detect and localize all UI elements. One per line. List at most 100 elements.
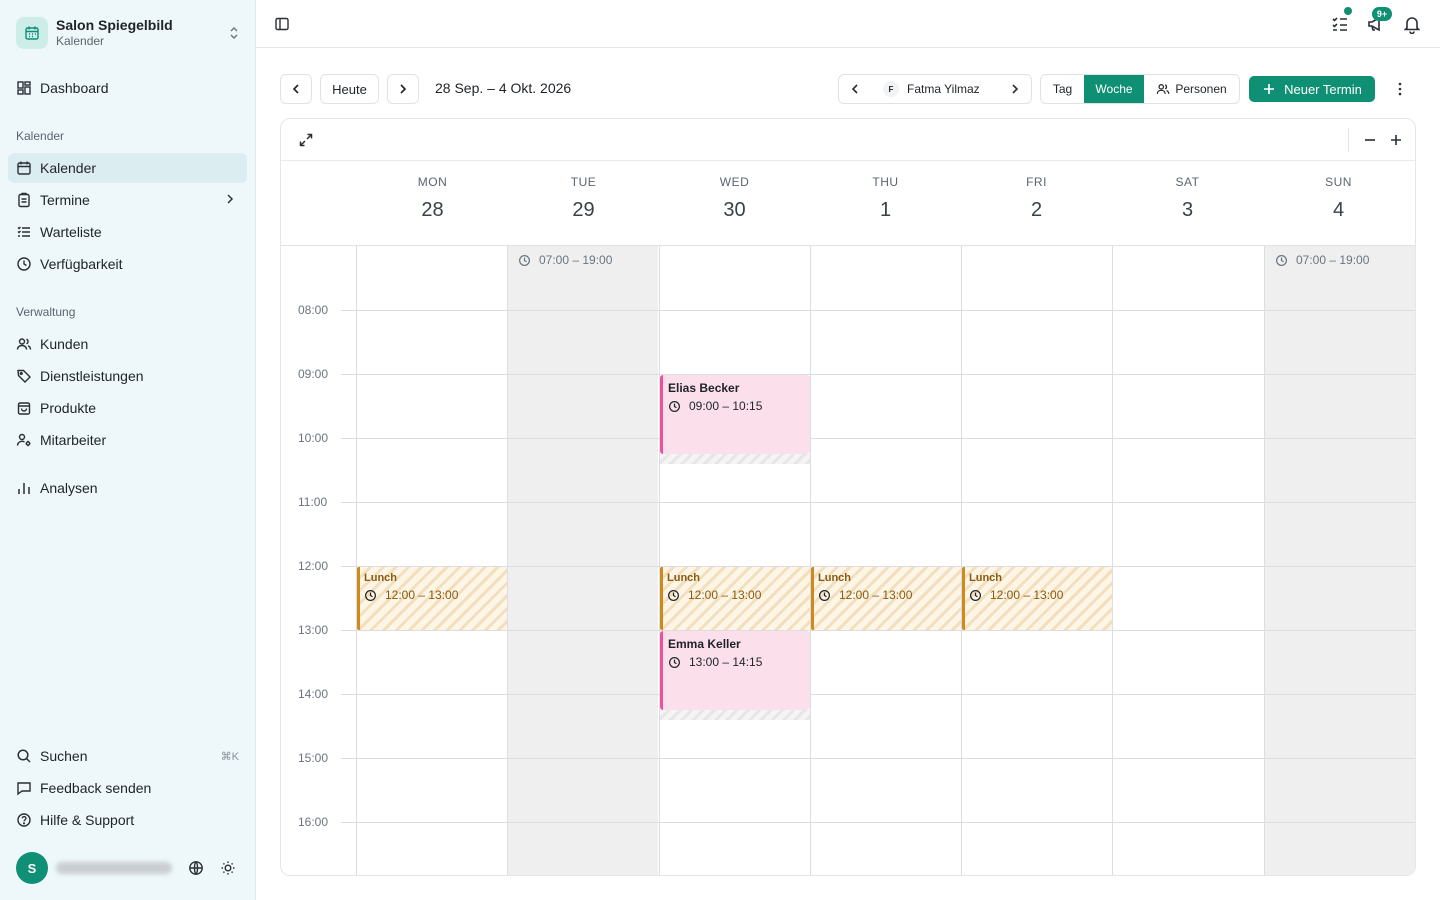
appointment-elias-becker[interactable]: Elias Becker 09:00 – 10:15 <box>660 375 810 454</box>
day-column-sat[interactable] <box>1112 246 1263 875</box>
nav-mitarbeiter-label: Mitarbeiter <box>40 432 107 448</box>
tasks-icon[interactable] <box>1330 7 1352 34</box>
section-label-calendar: Kalender <box>16 129 65 143</box>
expand-icon[interactable] <box>299 133 313 147</box>
day-column-fri[interactable] <box>961 246 1112 875</box>
view-tab-personen[interactable]: Personen <box>1144 75 1239 103</box>
day-number: 30 <box>723 199 746 221</box>
nav-kunden-label: Kunden <box>40 336 89 352</box>
help-circle-icon <box>16 812 32 828</box>
updates-badge: 9+ <box>1372 7 1392 21</box>
next-week-button[interactable] <box>387 74 419 104</box>
nav-dashboard-label: Dashboard <box>40 80 109 96</box>
calendar-icon <box>16 160 32 176</box>
hour-line <box>341 374 1415 375</box>
appointment-emma-keller[interactable]: Emma Keller 13:00 – 14:15 <box>660 631 810 710</box>
list-icon <box>16 224 32 240</box>
user-menu[interactable]: S <box>16 852 244 884</box>
message-icon <box>16 780 32 796</box>
staff-selector[interactable]: F Fatma Yilmaz <box>838 74 1032 104</box>
top-bar: 9+ <box>256 0 1440 48</box>
chevron-right-icon <box>223 192 237 206</box>
more-options-icon[interactable] <box>1392 81 1408 97</box>
day-number: 3 <box>1181 199 1194 221</box>
time-label: 15:00 <box>298 751 329 765</box>
nav-kunden[interactable]: Kunden <box>8 329 247 359</box>
nav-dienstleistungen[interactable]: Dienstleistungen <box>8 361 247 391</box>
day-header-mon[interactable]: MON 28 <box>357 161 508 245</box>
workspace-switcher[interactable]: Salon Spiegelbild Kalender <box>16 16 244 50</box>
nav-kalender-label: Kalender <box>40 160 97 176</box>
users-icon <box>1156 82 1170 96</box>
chevron-right-icon <box>396 82 410 96</box>
lunch-break-thu[interactable]: Lunch 12:00 – 13:00 <box>811 567 961 630</box>
lunch-time: 12:00 – 13:00 <box>385 588 459 602</box>
day-header-sat[interactable]: SAT 3 <box>1112 161 1263 245</box>
day-column-thu[interactable] <box>810 246 961 875</box>
day-column-sun[interactable]: 07:00 – 19:00 <box>1264 246 1415 875</box>
day-column-mon[interactable] <box>356 246 507 875</box>
nav-produkte-label: Produkte <box>40 400 97 416</box>
prev-staff-icon[interactable] <box>839 82 871 96</box>
hour-line <box>341 438 1415 439</box>
next-staff-icon[interactable] <box>999 82 1031 96</box>
closed-hours-hint: 07:00 – 19:00 <box>518 253 612 267</box>
lunch-time: 12:00 – 13:00 <box>839 588 913 602</box>
nav-kalender[interactable]: Kalender <box>8 153 247 183</box>
user-name-redacted <box>56 862 172 874</box>
day-header-wed[interactable]: WED 30 <box>659 161 810 245</box>
clock-icon <box>16 256 32 272</box>
sidebar: Salon Spiegelbild Kalender Dashboard Kal… <box>0 0 256 900</box>
time-label: 11:00 <box>298 495 328 509</box>
day-header-tue[interactable]: TUE 29 <box>508 161 659 245</box>
users-icon <box>16 336 32 352</box>
globe-icon[interactable] <box>188 860 204 876</box>
time-label: 14:00 <box>298 687 329 701</box>
clipboard-icon <box>16 192 32 208</box>
nav-termine-label: Termine <box>40 192 90 208</box>
nav-hilfe[interactable]: Hilfe & Support <box>8 805 247 835</box>
day-header-sun[interactable]: SUN 4 <box>1263 161 1414 245</box>
nav-termine[interactable]: Termine <box>8 185 247 215</box>
day-column-wed[interactable] <box>659 246 810 875</box>
view-tab-woche[interactable]: Woche <box>1084 75 1144 103</box>
new-appointment-label: Neuer Termin <box>1284 81 1362 97</box>
section-label-admin: Verwaltung <box>16 305 76 319</box>
time-label: 08:00 <box>298 303 329 317</box>
lunch-break-mon[interactable]: Lunch 12:00 – 13:00 <box>357 567 507 630</box>
sun-icon[interactable] <box>220 860 236 876</box>
nav-feedback[interactable]: Feedback senden <box>8 773 247 803</box>
lunch-break-fri[interactable]: Lunch 12:00 – 13:00 <box>962 567 1112 630</box>
nav-produkte[interactable]: Produkte <box>8 393 247 423</box>
day-column-tue[interactable]: 07:00 – 19:00 <box>507 246 658 875</box>
time-label: 13:00 <box>298 623 329 637</box>
zoom-out-icon[interactable] <box>1363 133 1377 147</box>
avatar[interactable]: S <box>16 852 48 884</box>
view-tab-tag[interactable]: Tag <box>1041 75 1084 103</box>
nav-verfuegbarkeit-label: Verfügbarkeit <box>40 256 123 272</box>
new-appointment-button[interactable]: Neuer Termin <box>1249 76 1375 102</box>
day-header-fri[interactable]: FRI 2 <box>961 161 1112 245</box>
date-range-label: 28 Sep. – 4 Okt. 2026 <box>435 80 572 96</box>
hour-line <box>341 502 1415 503</box>
today-button[interactable]: Heute <box>320 74 379 104</box>
nav-dashboard[interactable]: Dashboard <box>8 73 247 103</box>
hour-line <box>341 630 1415 631</box>
lunch-break-wed[interactable]: Lunch 12:00 – 13:00 <box>660 567 810 630</box>
zoom-in-icon[interactable] <box>1389 133 1403 147</box>
nav-verfuegbarkeit[interactable]: Verfügbarkeit <box>8 249 247 279</box>
search-shortcut: ⌘K <box>220 751 239 763</box>
day-name: THU <box>872 175 899 189</box>
nav-analysen[interactable]: Analysen <box>8 473 247 503</box>
megaphone-icon[interactable]: 9+ <box>1366 7 1392 34</box>
bell-icon[interactable] <box>1402 14 1422 34</box>
day-header-thu[interactable]: THU 1 <box>810 161 961 245</box>
clock-icon <box>667 589 680 602</box>
nav-suchen[interactable]: Suchen ⌘K <box>8 741 247 771</box>
sidebar-toggle-icon[interactable] <box>274 16 290 32</box>
nav-mitarbeiter[interactable]: Mitarbeiter <box>8 425 247 455</box>
plus-icon <box>1262 82 1276 96</box>
nav-warteliste[interactable]: Warteliste <box>8 217 247 247</box>
appointment-time: 09:00 – 10:15 <box>689 399 763 413</box>
prev-week-button[interactable] <box>280 74 312 104</box>
